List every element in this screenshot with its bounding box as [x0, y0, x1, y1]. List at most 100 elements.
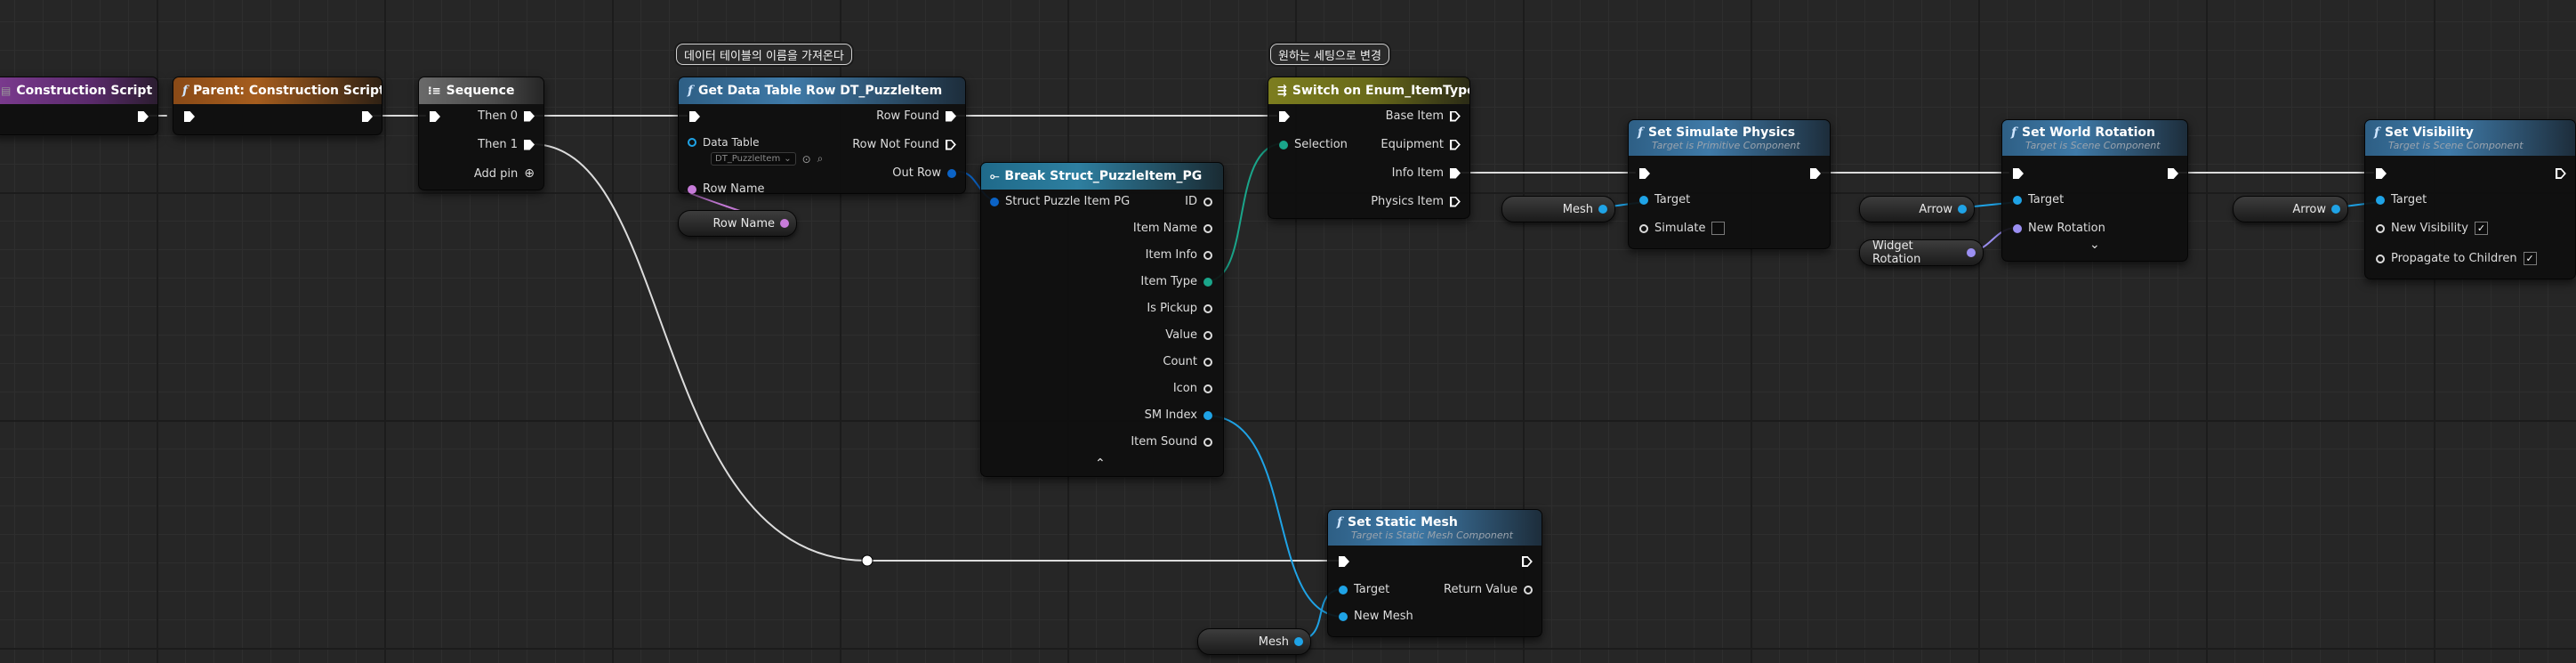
- new-visibility-pin[interactable]: [2376, 223, 2385, 233]
- function-icon: ▤: [1, 85, 12, 97]
- add-pin-button[interactable]: Add pin ⊕: [474, 166, 535, 181]
- node-title: Set Simulate Physics: [1648, 125, 1796, 140]
- exec-out-pin[interactable]: [1450, 111, 1461, 122]
- get-data-table-row-node[interactable]: f Get Data Table Row DT_PuzzleItem Row F…: [678, 77, 966, 196]
- sequence-node[interactable]: ⁝≡ Sequence Then 0 Then 1 Add pin ⊕: [418, 77, 544, 190]
- target-pin[interactable]: [2013, 195, 2022, 205]
- out-row-pin[interactable]: [947, 168, 956, 178]
- mesh-variable[interactable]: Mesh: [1197, 628, 1311, 655]
- item-info-pin[interactable]: [1203, 250, 1212, 260]
- variable-out-pin[interactable]: [1598, 205, 1607, 214]
- variable-out-pin[interactable]: [1294, 637, 1303, 646]
- data-table-dropdown[interactable]: DT_PuzzleItem ⌄: [711, 152, 796, 166]
- propagate-checkbox[interactable]: ✓: [2523, 252, 2537, 265]
- exec-in-pin[interactable]: [1639, 168, 1650, 179]
- exec-out-pin[interactable]: [1810, 168, 1821, 179]
- exec-in-pin[interactable]: [1339, 556, 1349, 567]
- new-rotation-pin[interactable]: [2013, 223, 2022, 233]
- value-pin[interactable]: [1203, 330, 1212, 340]
- exec-out-pin[interactable]: [1450, 197, 1461, 207]
- function-icon: f: [2374, 125, 2380, 140]
- is-pickup-pin[interactable]: [1203, 303, 1212, 313]
- exec-out-pin[interactable]: [2168, 168, 2178, 179]
- exec-out-pin[interactable]: [362, 111, 373, 122]
- mesh-variable[interactable]: Mesh: [1501, 196, 1615, 222]
- exec-in-pin[interactable]: [1279, 111, 1290, 122]
- item-name-pin[interactable]: [1203, 223, 1212, 233]
- pin-label: Out Row: [892, 166, 941, 180]
- function-icon: f: [1337, 514, 1343, 530]
- parent-construction-script-node[interactable]: f Parent: Construction Script: [173, 77, 382, 135]
- simulate-pin[interactable]: [1639, 223, 1648, 233]
- set-simulate-physics-node[interactable]: f Set Simulate Physics Target is Primiti…: [1628, 119, 1831, 249]
- sequence-icon: ⁝≡: [428, 85, 441, 97]
- comment-bubble[interactable]: 데이터 테이블의 이름을 가져온다: [676, 44, 852, 65]
- arrow-variable[interactable]: Arrow: [2233, 196, 2348, 222]
- exec-in-pin[interactable]: [430, 111, 440, 122]
- search-icon[interactable]: ⌕: [817, 152, 824, 166]
- variable-out-pin[interactable]: [2331, 205, 2340, 214]
- icon-pin[interactable]: [1203, 384, 1212, 393]
- node-title: Set Visibility: [2385, 125, 2474, 140]
- exec-out-pin[interactable]: [946, 110, 956, 122]
- data-table-pin[interactable]: [688, 138, 696, 147]
- comment-bubble[interactable]: 원하는 세팅으로 변경: [1270, 44, 1389, 65]
- arrow-variable[interactable]: Arrow: [1859, 196, 1975, 222]
- target-pin[interactable]: [1639, 195, 1648, 205]
- exec-out-pin[interactable]: [2556, 168, 2566, 179]
- row-name-variable[interactable]: Row Name: [678, 210, 797, 237]
- sm-index-pin[interactable]: [1203, 410, 1212, 420]
- variable-out-pin[interactable]: [1967, 248, 1976, 257]
- widget-rotation-variable[interactable]: Widget Rotation: [1859, 239, 1984, 266]
- variable-out-pin[interactable]: [1958, 205, 1967, 214]
- struct-in-pin[interactable]: [990, 197, 999, 206]
- exec-out-pin[interactable]: [946, 140, 956, 150]
- construction-script-node[interactable]: ▤ Construction Script: [0, 77, 158, 135]
- new-mesh-pin[interactable]: [1339, 611, 1348, 621]
- exec-out-pin[interactable]: [1450, 140, 1461, 150]
- exec-out-pin[interactable]: [524, 110, 535, 122]
- switch-icon: ⇶: [1277, 84, 1287, 98]
- set-world-rotation-node[interactable]: f Set World Rotation Target is Scene Com…: [2001, 119, 2188, 262]
- variable-label: Arrow: [2292, 202, 2326, 216]
- exec-in-pin[interactable]: [184, 111, 195, 122]
- expand-chevron-icon[interactable]: ⌄: [2089, 238, 2100, 252]
- variable-out-pin[interactable]: [780, 219, 789, 228]
- pin-label: Selection: [1294, 138, 1348, 151]
- switch-on-enum-node[interactable]: ⇶ Switch on Enum_ItemType Selection Base…: [1268, 77, 1470, 219]
- exec-out-pin[interactable]: [138, 111, 149, 122]
- node-title: Construction Script: [16, 84, 153, 98]
- exec-in-pin[interactable]: [2376, 168, 2387, 179]
- pin-label: New Mesh: [1354, 610, 1413, 623]
- pin-label: Icon: [1172, 382, 1197, 395]
- selection-pin[interactable]: [1279, 140, 1288, 150]
- item-type-pin[interactable]: [1203, 277, 1212, 287]
- return-value-pin[interactable]: [1524, 585, 1533, 594]
- target-pin[interactable]: [2376, 195, 2385, 205]
- exec-in-pin[interactable]: [2013, 168, 2024, 179]
- item-sound-pin[interactable]: [1203, 437, 1212, 447]
- node-title: Parent: Construction Script: [193, 84, 382, 98]
- target-pin[interactable]: [1339, 585, 1348, 594]
- break-struct-node[interactable]: ⟜ Break Struct_PuzzleItem_PG Struct Puzz…: [980, 162, 1224, 477]
- simulate-checkbox[interactable]: [1711, 222, 1726, 235]
- variable-label: Mesh: [1562, 202, 1593, 216]
- collapse-chevron-icon[interactable]: ⌃: [1095, 457, 1106, 471]
- new-visibility-checkbox[interactable]: ✓: [2474, 222, 2488, 235]
- browse-icon[interactable]: ⊙: [802, 153, 811, 166]
- pin-label: Item Name: [1132, 222, 1197, 235]
- exec-out-pin[interactable]: [524, 139, 535, 150]
- propagate-pin[interactable]: [2376, 254, 2385, 263]
- count-pin[interactable]: [1203, 357, 1212, 367]
- set-static-mesh-node[interactable]: f Set Static Mesh Target is Static Mesh …: [1327, 509, 1542, 637]
- exec-in-pin[interactable]: [689, 111, 700, 122]
- row-name-pin[interactable]: [688, 184, 696, 194]
- pin-label: Item Type: [1140, 275, 1197, 288]
- pin-label: Info Item: [1391, 166, 1444, 180]
- sm-index-wire: [1205, 415, 1345, 618]
- pin-label: Physics Item: [1371, 195, 1444, 208]
- id-pin[interactable]: [1203, 197, 1212, 206]
- set-visibility-node[interactable]: f Set Visibility Target is Scene Compone…: [2364, 119, 2576, 279]
- exec-out-pin[interactable]: [1450, 167, 1461, 179]
- exec-out-pin[interactable]: [1522, 556, 1533, 567]
